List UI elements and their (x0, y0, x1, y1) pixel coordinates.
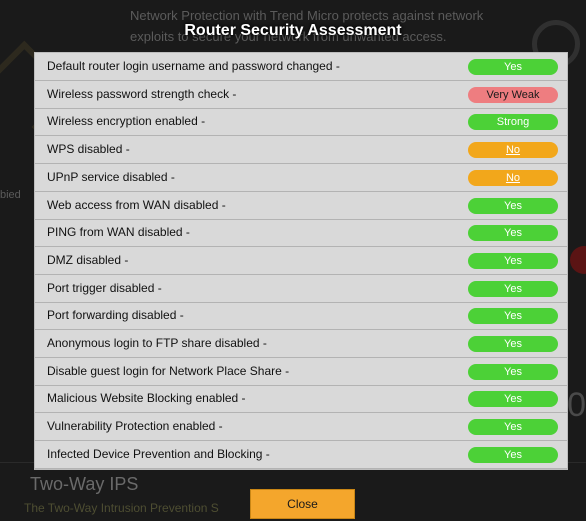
assessment-row: UPnP service disabled - No (35, 164, 567, 192)
bg-two-way-ips-title: Two-Way IPS (30, 474, 139, 494)
assessment-label: UPnP service disabled - (47, 169, 175, 184)
assessment-row: Wireless encryption enabled - Strong (35, 108, 567, 137)
assessment-row: Anonymous login to FTP share disabled - Y… (35, 330, 567, 358)
assessment-label: Vulnerability Protection enabled - (47, 419, 223, 434)
bg-counter: 0 (567, 386, 586, 424)
assessment-label: Infected Device Prevention and Blocking … (47, 446, 270, 461)
assessment-status-badge: Yes (468, 391, 558, 408)
assessment-status-badge: Yes (468, 252, 558, 269)
assessment-status-badge: Yes (468, 280, 558, 297)
assessment-status-badge: Yes (468, 419, 558, 436)
assessment-row: DMZ disabled - Yes (35, 247, 567, 275)
assessment-status-badge[interactable]: No (468, 169, 558, 186)
assessment-row: Disable guest login for Network Place Sh… (35, 358, 567, 386)
assessment-row: Port forwarding disabled - Yes (35, 302, 567, 331)
assessment-label: Wireless password strength check - (47, 86, 237, 101)
assessment-label: PING from WAN disabled - (47, 225, 190, 240)
assessment-row: Wireless password strength check - Very W… (35, 81, 567, 109)
assessment-label: Port forwarding disabled - (47, 308, 184, 323)
modal-title: Router Security Assessment (184, 22, 402, 39)
assessment-label: Wireless encryption enabled - (47, 114, 206, 129)
assessment-row: PING from WAN disabled - Yes (35, 219, 567, 248)
assessment-label: Malicious Website Blocking enabled - (47, 391, 246, 406)
assessment-label: DMZ disabled - (47, 252, 129, 267)
assessment-row: WPS disabled - No (35, 136, 567, 165)
assessment-row: Port trigger disabled - Yes (35, 275, 567, 303)
bg-side-fragment: bied (0, 189, 21, 201)
assessment-status-badge: Yes (468, 336, 558, 352)
assessment-status-badge[interactable]: No (468, 142, 558, 159)
alert-icon (570, 246, 586, 274)
assessment-label: Anonymous login to FTP share disabled - (47, 336, 267, 350)
assessment-row: Web access from WAN disabled - Yes (35, 192, 567, 220)
assessment-row: Malicious Website Blocking enabled - Yes (35, 385, 567, 414)
assessment-status-badge: Yes (468, 197, 558, 214)
assessment-label: Web access from WAN disabled - (47, 197, 226, 212)
assessment-status-badge: Yes (468, 308, 558, 325)
assessment-label: Disable guest login for Network Place Sh… (47, 363, 290, 378)
assessment-status-badge: Yes (468, 363, 558, 380)
assessment-status-badge: Very Weak (468, 86, 558, 103)
assessment-status-badge: Yes (468, 446, 558, 463)
assessment-label: WPS disabled - (47, 142, 130, 157)
assessment-row: Default router login username and passwo… (35, 53, 567, 81)
security-assessment-panel: Default router login username and passwo… (34, 52, 568, 470)
assessment-row: Vulnerability Protection enabled - Yes (35, 413, 567, 442)
assessment-row: Infected Device Prevention and Blocking … (35, 441, 567, 469)
bg-two-way-ips-desc: The Two-Way Intrusion Prevention S (24, 501, 219, 515)
assessment-status-badge: Yes (468, 59, 558, 75)
close-button[interactable]: Close (250, 489, 355, 519)
bg-description-line1: Network Protection with Trend Micro prot… (130, 8, 484, 23)
assessment-label: Port trigger disabled - (47, 280, 162, 295)
assessment-status-badge: Strong (468, 114, 558, 131)
assessment-label: Default router login username and passwo… (47, 59, 340, 73)
assessment-status-badge: Yes (468, 225, 558, 242)
